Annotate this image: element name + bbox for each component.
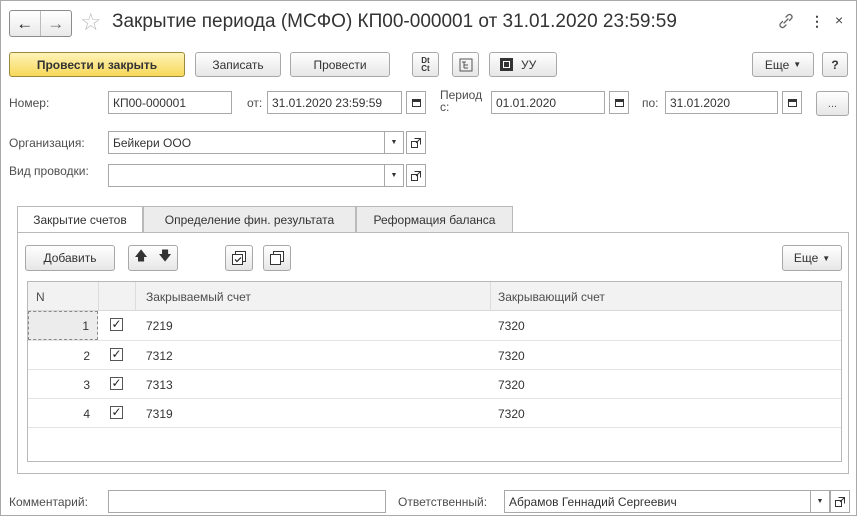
row-number: 2	[83, 348, 90, 363]
row-checkbox[interactable]: ✓	[110, 377, 123, 390]
from-label: от:	[247, 96, 263, 110]
move-buttons: 🡅 🡇	[128, 245, 178, 271]
page-title: Закрытие периода (МСФО) КП00-000001 от 3…	[112, 11, 677, 32]
row-checkbox[interactable]: ✓	[110, 348, 123, 361]
table-row-empty	[28, 427, 841, 456]
open-icon	[411, 170, 421, 181]
closing-account-cell: 7320	[498, 377, 525, 392]
entry-type-label: Вид проводки:	[9, 164, 89, 178]
chevron-down-icon: ▼	[822, 253, 831, 263]
copy-icon	[270, 251, 284, 265]
uu-button[interactable]: УУ	[489, 52, 557, 77]
closing-account-cell: 7320	[498, 318, 525, 333]
fill-icon	[232, 251, 246, 265]
comment-field[interactable]	[108, 490, 386, 513]
responsible-field[interactable]: Абрамов Геннадий Сергеевич	[504, 490, 811, 513]
open-icon	[835, 496, 845, 507]
closed-account-cell: 7219	[146, 318, 173, 333]
structure-button[interactable]	[452, 52, 479, 77]
move-down-icon[interactable]: 🡇	[158, 247, 171, 269]
dtct-icon: Dt Ct	[421, 55, 430, 73]
more-button[interactable]: Еще ▼	[752, 52, 814, 77]
calendar-icon	[787, 98, 797, 107]
post-button[interactable]: Провести	[290, 52, 390, 77]
period-from-field[interactable]: 01.01.2020	[491, 91, 605, 114]
column-closing-account[interactable]: Закрывающий счет	[498, 282, 605, 311]
calendar-icon	[411, 98, 421, 107]
table-row[interactable]: 4 ✓ 7319 7320	[28, 398, 841, 427]
responsible-label: Ответственный:	[398, 495, 488, 509]
date-field[interactable]: 31.01.2020 23:59:59	[267, 91, 402, 114]
structure-icon	[459, 58, 472, 71]
number-field[interactable]: КП00-000001	[108, 91, 232, 114]
tab-panel: Добавить 🡅 🡇 Еще ▼ N Закрываемый счет Зак…	[17, 232, 849, 474]
table-more-label: Еще	[793, 251, 819, 265]
closed-account-cell: 7319	[146, 406, 173, 421]
row-checkbox[interactable]: ✓	[110, 406, 123, 419]
save-button[interactable]: Записать	[195, 52, 281, 77]
accounts-table: N Закрываемый счет Закрывающий счет 1 ✓ …	[27, 281, 842, 462]
chevron-down-icon: ▼	[793, 60, 802, 69]
move-up-icon[interactable]: 🡅	[134, 247, 147, 269]
row-number: 1	[28, 311, 98, 340]
uu-icon	[500, 58, 513, 71]
add-button[interactable]: Добавить	[25, 245, 115, 271]
period-to-label: по:	[642, 96, 659, 110]
entry-type-field[interactable]	[108, 164, 385, 187]
chevron-down-icon: ▼	[816, 498, 824, 505]
close-icon[interactable]: ×	[835, 12, 843, 28]
back-arrow-icon[interactable]: ←	[10, 11, 41, 36]
link-icon[interactable]	[777, 12, 795, 30]
more-label: Еще	[764, 57, 790, 72]
favorite-star-icon[interactable]: ☆	[80, 9, 102, 37]
row-number: 3	[83, 377, 90, 392]
tab-closing-accounts[interactable]: Закрытие счетов	[17, 206, 143, 233]
post-and-close-button[interactable]: Провести и закрыть	[9, 52, 185, 77]
uu-label: УУ	[521, 57, 537, 72]
more-vert-icon[interactable]: ⋮	[810, 13, 824, 30]
table-row[interactable]: 2 ✓ 7312 7320	[28, 340, 841, 369]
table-more-button[interactable]: Еще ▼	[782, 245, 842, 271]
period-from-calendar-button[interactable]	[609, 91, 629, 114]
period-to-field[interactable]: 31.01.2020	[665, 91, 778, 114]
tab-financial-result[interactable]: Определение фин. результата	[143, 206, 356, 232]
organization-dropdown-button[interactable]: ▼	[384, 131, 404, 154]
dtct-button[interactable]: Dt Ct	[412, 52, 439, 77]
column-n[interactable]: N	[36, 282, 45, 311]
closing-account-cell: 7320	[498, 348, 525, 363]
column-closed-account[interactable]: Закрываемый счет	[146, 282, 251, 311]
table-row[interactable]: 3 ✓ 7313 7320	[28, 369, 841, 398]
period-to-calendar-button[interactable]	[782, 91, 802, 114]
table-row[interactable]: 1 ✓ 7219 7320	[28, 311, 841, 340]
forward-arrow-icon[interactable]: →	[41, 11, 71, 36]
organization-label: Организация:	[9, 136, 85, 150]
number-label: Номер:	[9, 96, 50, 110]
help-button[interactable]: ?	[822, 52, 848, 77]
period-select-button[interactable]: ...	[816, 91, 849, 116]
fill-button[interactable]	[225, 245, 253, 271]
tab-balance-reformation[interactable]: Реформация баланса	[356, 206, 513, 232]
table-header: N Закрываемый счет Закрывающий счет	[28, 282, 841, 311]
date-calendar-button[interactable]	[406, 91, 426, 114]
copy-button[interactable]	[263, 245, 291, 271]
chevron-down-icon: ▼	[390, 139, 398, 146]
closed-account-cell: 7312	[146, 348, 173, 363]
entry-type-dropdown-button[interactable]: ▼	[384, 164, 404, 187]
comment-label: Комментарий:	[9, 495, 88, 509]
responsible-dropdown-button[interactable]: ▼	[810, 490, 830, 513]
calendar-icon	[614, 98, 624, 107]
organization-open-button[interactable]	[406, 131, 426, 154]
responsible-open-button[interactable]	[830, 490, 850, 513]
nav-buttons: ← →	[9, 10, 72, 37]
chevron-down-icon: ▼	[390, 172, 398, 179]
period-from-label: Период с:	[440, 88, 483, 114]
closing-account-cell: 7320	[498, 406, 525, 421]
entry-type-open-button[interactable]	[406, 164, 426, 187]
closed-account-cell: 7313	[146, 377, 173, 392]
open-icon	[411, 137, 421, 148]
row-number: 4	[83, 406, 90, 421]
organization-field[interactable]: Бейкери ООО	[108, 131, 385, 154]
row-checkbox[interactable]: ✓	[110, 318, 123, 331]
